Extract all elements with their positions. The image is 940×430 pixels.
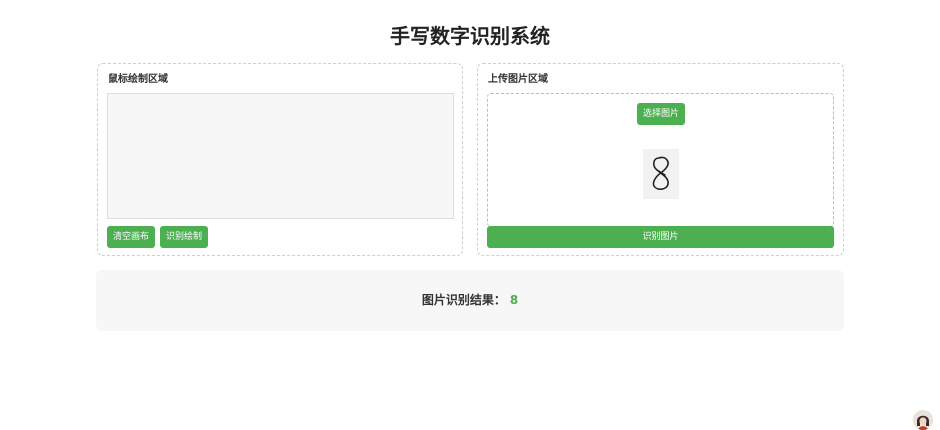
page-title: 手写数字识别系统 xyxy=(390,24,550,48)
avatar[interactable] xyxy=(913,410,933,430)
result-label: 图片识别结果： xyxy=(421,293,506,307)
upload-panel-heading: 上传图片区域 xyxy=(488,74,548,85)
result-value: 8 xyxy=(509,293,519,307)
upload-dropzone[interactable]: 选择图片 xyxy=(487,93,834,227)
recognize-drawing-button[interactable]: 识别绘制 xyxy=(160,226,208,248)
result-box: 图片识别结果： 8 xyxy=(96,270,844,331)
choose-image-button[interactable]: 选择图片 xyxy=(637,103,685,125)
recognize-image-button[interactable]: 识别图片 xyxy=(487,226,834,248)
uploaded-image-preview xyxy=(643,149,679,199)
handwritten-digit-8-icon xyxy=(652,156,669,190)
clear-canvas-button[interactable]: 清空画布 xyxy=(107,226,155,248)
drawing-canvas[interactable] xyxy=(107,93,454,219)
upload-panel: 上传图片区域 选择图片 识别图片 xyxy=(477,63,844,256)
user-avatar-icon xyxy=(913,410,933,430)
draw-panel-heading: 鼠标绘制区域 xyxy=(108,74,168,85)
draw-panel: 鼠标绘制区域 清空画布 识别绘制 xyxy=(97,63,463,256)
